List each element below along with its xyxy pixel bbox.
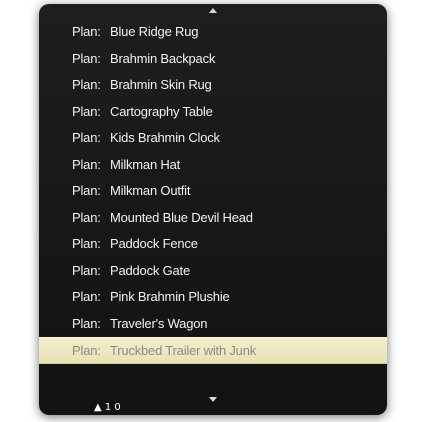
scroll-up-area[interactable] <box>39 4 387 18</box>
menu-item-label: Traveler's Wagon <box>110 315 208 331</box>
menu-item-prefix: Plan: <box>72 289 101 304</box>
menu-item-pink-brahmin-plushie[interactable]: Plan: Pink Brahmin Plushie <box>39 284 387 311</box>
menu-item-prefix: Plan: <box>72 24 101 39</box>
menu-item-label: Brahmin Backpack <box>110 50 216 66</box>
menu-item-label: Cartography Table <box>110 103 213 119</box>
menu-item-mounted-blue-devil-head[interactable]: Plan: Mounted Blue Devil Head <box>39 205 387 232</box>
menu-item-label: Paddock Gate <box>110 262 190 278</box>
menu-item-prefix: Plan: <box>72 50 101 66</box>
popup-menu[interactable]: Plan: Blue Ridge Rug Plan: Brahmin Backpac… <box>39 4 387 415</box>
menu-item-label: Mounted Blue Devil Head <box>110 209 253 225</box>
menu-item-milkman-hat[interactable]: Plan: Milkman Hat <box>39 152 387 179</box>
menu-item-blue-ridge-rug[interactable]: Plan: Blue Ridge Rug <box>39 19 387 46</box>
menu-item-label: Milkman Hat <box>110 156 181 172</box>
menu-item-milkman-outfit[interactable]: Plan: Milkman Outfit <box>39 178 387 205</box>
menu-item-paddock-fence[interactable]: Plan: Paddock Fence <box>39 231 387 258</box>
menu-item-prefix: Plan: <box>72 77 101 92</box>
menu-item-prefix: Plan: <box>72 315 101 331</box>
menu-item-label: Truckbed Trailer with Junk <box>110 343 257 358</box>
menu-item-prefix: Plan: <box>72 183 101 198</box>
menu-item-label: Blue Ridge Rug <box>110 24 199 39</box>
scroll-up-arrow-icon[interactable] <box>209 8 217 13</box>
menu-item-travelers-wagon[interactable]: Plan: Traveler's Wagon <box>39 311 387 338</box>
menu-item-prefix: Plan: <box>72 103 101 119</box>
menu-item-prefix: Plan: <box>72 209 101 225</box>
menu-item-cartography-table[interactable]: Plan: Cartography Table <box>39 99 387 126</box>
menu-item-prefix: Plan: <box>72 236 101 251</box>
menu-item-label: Paddock Fence <box>110 236 198 251</box>
menu-item-prefix: Plan: <box>72 343 101 358</box>
menu-item-prefix: Plan: <box>72 130 101 145</box>
menu-item-label: Pink Brahmin Plushie <box>110 289 230 304</box>
screen: Plan: Blue Ridge Rug Plan: Brahmin Backpac… <box>0 0 422 422</box>
menu-item-brahmin-skin-rug[interactable]: Plan: Brahmin Skin Rug <box>39 72 387 99</box>
menu-item-prefix: Plan: <box>72 156 101 172</box>
menu-item-paddock-gate[interactable]: Plan: Paddock Gate <box>39 258 387 285</box>
scroll-down-area[interactable] <box>39 385 387 415</box>
menu-item-label: Milkman Outfit <box>110 183 191 198</box>
menu-item-brahmin-backpack[interactable]: Plan: Brahmin Backpack <box>39 46 387 73</box>
menu-items: Plan: Blue Ridge Rug Plan: Brahmin Backpac… <box>39 19 387 364</box>
menu-item-label: Brahmin Skin Rug <box>110 77 212 92</box>
scroll-down-arrow-icon[interactable] <box>209 397 217 402</box>
menu-item-kids-brahmin-clock[interactable]: Plan: Kids Brahmin Clock <box>39 125 387 152</box>
pointer-cursor-icon: ▲ 1 0 <box>94 402 121 413</box>
menu-item-truckbed-trailer-with-junk[interactable]: Plan: Truckbed Trailer with Junk <box>39 337 387 364</box>
menu-item-label: Kids Brahmin Clock <box>110 130 220 145</box>
menu-item-prefix: Plan: <box>72 262 101 278</box>
